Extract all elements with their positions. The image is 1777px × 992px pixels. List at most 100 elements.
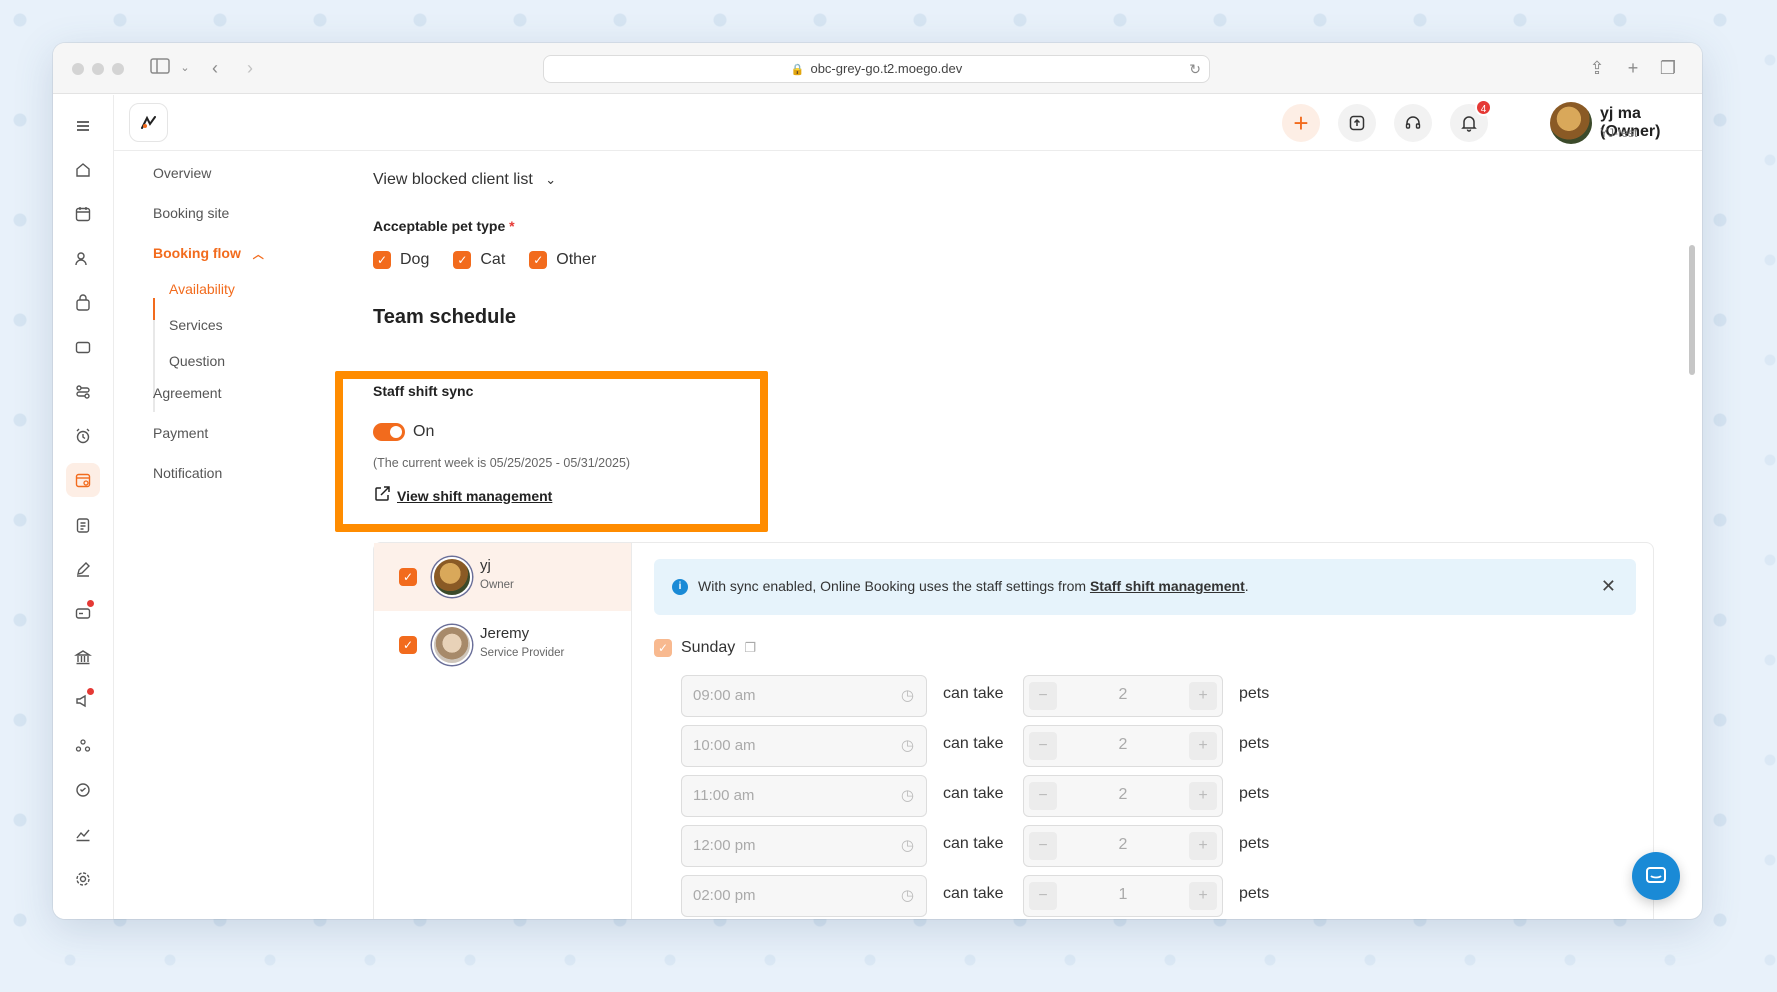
- messages-icon[interactable]: [66, 331, 100, 365]
- close-icon[interactable]: ✕: [1601, 576, 1616, 597]
- settings-gear-icon[interactable]: [66, 862, 100, 896]
- blocked-client-list-link[interactable]: View blocked client list ⌄: [373, 171, 556, 189]
- lock-icon: 🔒: [790, 64, 805, 76]
- pets-label: pets: [1239, 785, 1270, 802]
- marketing-icon[interactable]: [66, 684, 100, 718]
- plus-button[interactable]: +: [1189, 832, 1217, 860]
- reminders-icon[interactable]: [66, 419, 100, 453]
- analytics-icon[interactable]: [66, 817, 100, 851]
- pet-count-stepper[interactable]: − 2 +: [1023, 675, 1223, 717]
- sidebar-toggle-icon[interactable]: [148, 56, 172, 80]
- team-schedule-title: Team schedule: [373, 306, 517, 328]
- checkbox-checked-icon[interactable]: ✓: [399, 568, 417, 586]
- membership-icon[interactable]: [66, 773, 100, 807]
- view-shift-management-link[interactable]: View shift management: [373, 485, 552, 506]
- browser-window: ⌄ ‹ › 🔒 obc-grey-go.t2.moego.dev ↻ ⇪ + ❐: [53, 43, 1702, 919]
- upload-icon[interactable]: [1338, 104, 1376, 142]
- retail-icon[interactable]: [66, 286, 100, 320]
- share-icon[interactable]: ⇪: [1585, 56, 1609, 80]
- plus-button[interactable]: +: [1189, 782, 1217, 810]
- bank-icon[interactable]: [66, 640, 100, 674]
- staff-schedule-panel: ✓ yj Owner ✓ Jeremy Service Provider i W…: [373, 542, 1654, 919]
- address-bar[interactable]: 🔒 obc-grey-go.t2.moego.dev ↻: [543, 55, 1210, 83]
- plus-button[interactable]: +: [1189, 682, 1217, 710]
- support-headset-icon[interactable]: [1394, 104, 1432, 142]
- checkbox-checked-icon[interactable]: ✓: [654, 639, 672, 657]
- checkbox-checked-icon[interactable]: ✓: [453, 251, 472, 269]
- pet-type-cat[interactable]: ✓ Cat: [453, 251, 505, 269]
- staff-shift-sync-toggle[interactable]: [373, 423, 405, 441]
- staff-shift-management-link[interactable]: Staff shift management: [1090, 578, 1245, 594]
- subnav-availability[interactable]: Availability: [169, 281, 235, 297]
- user-avatar[interactable]: [1550, 102, 1592, 144]
- subnav-overview[interactable]: Overview: [153, 165, 211, 181]
- notifications-bell-icon[interactable]: 4: [1450, 99, 1492, 142]
- online-booking-icon[interactable]: [66, 463, 100, 497]
- pet-type-other[interactable]: ✓ Other: [529, 251, 596, 269]
- new-tab-icon[interactable]: +: [1621, 56, 1645, 80]
- pets-label: pets: [1239, 685, 1270, 702]
- staff-item[interactable]: ✓ yj Owner: [374, 543, 631, 611]
- pet-type-label: Other: [556, 251, 597, 268]
- reload-icon[interactable]: ↻: [1189, 56, 1201, 82]
- plus-button[interactable]: +: [1189, 882, 1217, 910]
- forward-icon[interactable]: ›: [238, 56, 262, 80]
- staff-shift-sync-title: Staff shift sync: [373, 383, 474, 399]
- tabs-overview-icon[interactable]: ❐: [1656, 56, 1680, 80]
- main-content: View blocked client list ⌄ Acceptable pe…: [335, 151, 1702, 919]
- copy-icon[interactable]: ❐: [744, 640, 756, 656]
- subnav-booking-site[interactable]: Booking site: [153, 205, 229, 221]
- minimize-dot[interactable]: [92, 63, 104, 75]
- calendar-icon[interactable]: [66, 197, 100, 231]
- time-input[interactable]: 02:00 pm ◷: [681, 875, 927, 917]
- pet-count-stepper[interactable]: − 2 +: [1023, 725, 1223, 767]
- staff-item[interactable]: ✓ Jeremy Service Provider: [374, 611, 631, 679]
- clients-icon[interactable]: [66, 242, 100, 276]
- can-take-label: can take: [943, 685, 1004, 702]
- day-sunday[interactable]: ✓ Sunday ❐: [654, 639, 756, 657]
- external-link-icon: [373, 485, 391, 506]
- scrollbar-thumb[interactable]: [1689, 245, 1695, 375]
- staff-role: Service Provider: [480, 647, 565, 659]
- staff-name: Jeremy: [480, 625, 530, 642]
- home-icon[interactable]: [66, 153, 100, 187]
- payments-icon[interactable]: [66, 596, 100, 630]
- close-dot[interactable]: [72, 63, 84, 75]
- moego-logo[interactable]: [129, 103, 168, 142]
- subnav-question[interactable]: Question: [169, 353, 225, 369]
- pet-type-label: Dog: [400, 251, 430, 268]
- plus-button[interactable]: +: [1189, 732, 1217, 760]
- routes-icon[interactable]: [66, 375, 100, 409]
- checkbox-checked-icon[interactable]: ✓: [529, 251, 548, 269]
- team-icon[interactable]: [66, 729, 100, 763]
- app-header: + 4 yj ma (Owner) YJ-test: [114, 95, 1702, 151]
- subnav-notification[interactable]: Notification: [153, 465, 222, 481]
- chat-support-button[interactable]: [1632, 852, 1680, 900]
- menu-icon[interactable]: [66, 109, 100, 143]
- pet-type-dog[interactable]: ✓ Dog: [373, 251, 429, 269]
- info-icon: i: [672, 579, 688, 595]
- edit-icon[interactable]: [66, 552, 100, 586]
- active-indicator: [153, 298, 155, 320]
- pet-count-stepper[interactable]: − 2 +: [1023, 775, 1223, 817]
- pet-count-stepper[interactable]: − 2 +: [1023, 825, 1223, 867]
- subnav-services[interactable]: Services: [169, 317, 223, 333]
- time-input[interactable]: 12:00 pm ◷: [681, 825, 927, 867]
- time-input[interactable]: 09:00 am ◷: [681, 675, 927, 717]
- pet-type-label: Acceptable pet type *: [373, 218, 515, 234]
- reports-clipboard-icon[interactable]: [66, 508, 100, 542]
- subnav-payment[interactable]: Payment: [153, 425, 208, 441]
- icon-rail: [53, 95, 114, 919]
- time-input[interactable]: 11:00 am ◷: [681, 775, 927, 817]
- checkbox-checked-icon[interactable]: ✓: [399, 636, 417, 654]
- zoom-dot[interactable]: [112, 63, 124, 75]
- pet-count-stepper[interactable]: − 1 +: [1023, 875, 1223, 917]
- time-input[interactable]: 10:00 am ◷: [681, 725, 927, 767]
- clock-icon: ◷: [900, 837, 914, 854]
- back-icon[interactable]: ‹: [203, 56, 227, 80]
- chevron-down-icon[interactable]: ⌄: [173, 56, 197, 80]
- add-button[interactable]: +: [1282, 104, 1320, 142]
- checkbox-checked-icon[interactable]: ✓: [373, 251, 391, 269]
- subnav-agreement[interactable]: Agreement: [153, 385, 221, 401]
- subnav-booking-flow[interactable]: Booking flow ︿: [153, 245, 264, 262]
